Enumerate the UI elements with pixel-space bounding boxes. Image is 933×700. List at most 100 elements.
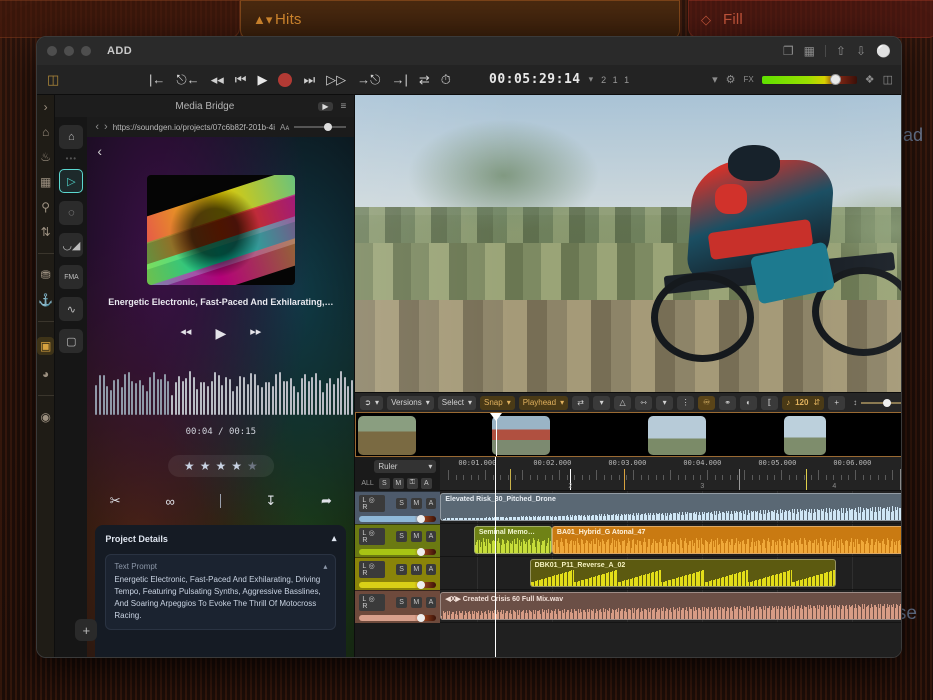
track-header[interactable]: L ◎ RSMA bbox=[355, 590, 440, 623]
chevron-left-icon[interactable]: ‹ bbox=[95, 121, 99, 133]
next-marker-icon[interactable]: →⎋ bbox=[357, 72, 380, 88]
sync-dropdown[interactable]: ▾ bbox=[593, 396, 610, 410]
track-mute-button[interactable]: M bbox=[411, 531, 422, 542]
fader-knob[interactable] bbox=[417, 581, 425, 589]
track-pan-button[interactable]: L ◎ R bbox=[359, 495, 385, 512]
page-back-icon[interactable]: ‹ bbox=[97, 143, 102, 159]
vertical-zoom-slider[interactable] bbox=[861, 402, 902, 404]
extra-dropdown[interactable]: ▾ bbox=[656, 396, 673, 410]
fader-knob[interactable] bbox=[417, 614, 425, 622]
home-icon[interactable]: ⌂ bbox=[42, 126, 49, 138]
star-icon[interactable]: ★ bbox=[215, 459, 226, 473]
track-volume-fader[interactable] bbox=[359, 516, 436, 522]
generate-play-icon[interactable]: ▷ bbox=[59, 169, 83, 193]
track-volume-fader[interactable] bbox=[359, 615, 436, 621]
magnet-button[interactable]: ♾ bbox=[698, 396, 715, 410]
video-viewer[interactable] bbox=[355, 95, 902, 392]
download-icon[interactable]: ↧ bbox=[265, 493, 276, 509]
track-lane[interactable]: ◀X▶ Created Crisis 60 Full Mix.wav bbox=[440, 590, 902, 623]
timeline-ruler[interactable]: 00:01.00000:02.00000:03.00000:04.00000:0… bbox=[440, 457, 902, 491]
track-solo-button[interactable]: S bbox=[396, 597, 407, 608]
fader-knob[interactable] bbox=[417, 515, 425, 523]
star-icon[interactable]: ★ bbox=[184, 459, 195, 473]
panel-right-icon[interactable]: ◫ bbox=[883, 73, 893, 86]
track-header[interactable]: L ◎ RSMA bbox=[355, 491, 440, 524]
tag-icon[interactable]: ⚓ bbox=[38, 294, 53, 306]
url-text[interactable]: https://soundgen.io/projects/07c6b82f-20… bbox=[113, 123, 275, 132]
track-pan-button[interactable]: L ◎ R bbox=[359, 528, 385, 545]
track-arm-button[interactable]: A bbox=[426, 564, 437, 575]
timeline-lanes[interactable]: 00:01.00000:02.00000:03.00000:04.00000:0… bbox=[440, 457, 902, 658]
all-arm-button[interactable]: A bbox=[421, 478, 432, 489]
star-icon[interactable]: ★ bbox=[231, 459, 242, 473]
timecode-display[interactable]: 00:05:29:14 ▾ 2 1 1 bbox=[489, 72, 631, 87]
expand-icon[interactable]: › bbox=[44, 101, 48, 113]
background-panel-hits[interactable]: ▲▾ Hits bbox=[240, 0, 680, 40]
chevron-right-icon[interactable]: › bbox=[104, 121, 108, 133]
timeline-clip[interactable]: ◀X▶ Created Crisis 60 Full Mix.wav bbox=[440, 592, 902, 620]
playhead-handle[interactable] bbox=[490, 413, 502, 421]
fma-icon[interactable]: FMA bbox=[59, 265, 83, 289]
trash-icon[interactable]: ▢ bbox=[59, 329, 83, 353]
timeline-clip[interactable]: DBK01_P11_Reverse_A_02 bbox=[530, 559, 837, 587]
link-button[interactable]: ⚭ bbox=[719, 396, 736, 410]
trim-button[interactable]: ⇿ bbox=[635, 396, 652, 410]
rewind-icon[interactable]: ◂◂ bbox=[211, 72, 224, 88]
share-icon[interactable]: ➦ bbox=[321, 493, 332, 509]
play-icon[interactable]: ▶ bbox=[215, 325, 226, 342]
forward-icon[interactable]: ▸▸ bbox=[250, 325, 261, 342]
track-solo-button[interactable]: S bbox=[396, 564, 407, 575]
crossfade-button[interactable]: ⟦ bbox=[761, 396, 778, 410]
timeline-clip[interactable]: Seminal Memo… bbox=[474, 526, 552, 554]
rating-control[interactable]: ★ ★ ★ ★ ★ bbox=[168, 455, 274, 477]
track-arm-button[interactable]: A bbox=[426, 597, 437, 608]
rewind-icon[interactable]: ◂◂ bbox=[180, 325, 191, 342]
loop-pair-icon[interactable]: ◡◢ bbox=[59, 233, 83, 257]
record-icon[interactable] bbox=[278, 73, 292, 87]
export-icon[interactable]: ⇧ bbox=[836, 44, 846, 58]
waveform-icon[interactable]: ∿ bbox=[59, 297, 83, 321]
chevron-down-icon[interactable]: ▾ bbox=[375, 398, 379, 407]
people-icon[interactable]: ♨ bbox=[40, 151, 51, 163]
timeline-clip[interactable]: Elevated Risk_30_Pitched_Drone bbox=[440, 493, 902, 521]
versions-dropdown[interactable]: Versions▾ bbox=[387, 396, 434, 410]
import-icon[interactable]: ⇩ bbox=[856, 44, 866, 58]
add-button[interactable]: + bbox=[75, 619, 97, 641]
filmstrip-thumbnail[interactable] bbox=[784, 416, 826, 455]
text-prompt-header[interactable]: Text Prompt ▴ bbox=[114, 562, 327, 571]
close-button[interactable] bbox=[47, 46, 57, 56]
zoom-slider-knob[interactable] bbox=[324, 123, 332, 131]
group-button[interactable]: ◐ bbox=[740, 396, 757, 410]
menu-icon[interactable]: ≡ bbox=[341, 101, 347, 112]
add-track-button[interactable]: + bbox=[828, 396, 845, 410]
track-solo-button[interactable]: S bbox=[396, 531, 407, 542]
step-back-icon[interactable]: ⏮ bbox=[235, 72, 247, 88]
scissors-icon[interactable]: ✂ bbox=[110, 493, 121, 509]
snap-dropdown[interactable]: Snap▾ bbox=[480, 396, 515, 410]
gear-icon[interactable]: ⚙ bbox=[726, 73, 736, 86]
chevron-up-icon[interactable]: ▴ bbox=[323, 562, 327, 571]
filmstrip-thumbnail[interactable] bbox=[358, 416, 416, 455]
tempo-control[interactable]: ♪ 120 ⇵ bbox=[782, 396, 824, 410]
stepper-icon[interactable]: ⇵ bbox=[813, 398, 820, 407]
vzoom-knob[interactable] bbox=[883, 399, 891, 407]
sync-button[interactable]: ⇄ bbox=[572, 396, 589, 410]
minimize-button[interactable] bbox=[64, 46, 74, 56]
metronome-button[interactable]: △ bbox=[614, 396, 631, 410]
track-mute-button[interactable]: M bbox=[411, 597, 422, 608]
fast-forward-icon[interactable]: ▷▷ bbox=[326, 72, 346, 88]
track-volume-fader[interactable] bbox=[359, 549, 436, 555]
jump-to-start-icon[interactable]: |← bbox=[149, 72, 165, 87]
fx-label[interactable]: FX bbox=[743, 75, 753, 84]
ruler-marker[interactable] bbox=[624, 469, 625, 490]
media-bridge-icon[interactable]: ▣ bbox=[37, 337, 54, 355]
ruler-marker[interactable] bbox=[510, 469, 511, 490]
play-badge[interactable]: ▶ bbox=[318, 102, 332, 111]
play-icon[interactable]: ▶ bbox=[257, 72, 267, 88]
ruler-marker[interactable] bbox=[739, 469, 740, 490]
star-icon[interactable]: ★ bbox=[247, 459, 258, 473]
star-icon[interactable]: ★ bbox=[200, 459, 211, 473]
timeline-clip[interactable]: BA01_Hybrid_G Atonal_47 bbox=[552, 526, 902, 554]
project-details-header[interactable]: Project Details ▴ bbox=[105, 533, 336, 544]
player-waveform[interactable] bbox=[95, 367, 346, 415]
